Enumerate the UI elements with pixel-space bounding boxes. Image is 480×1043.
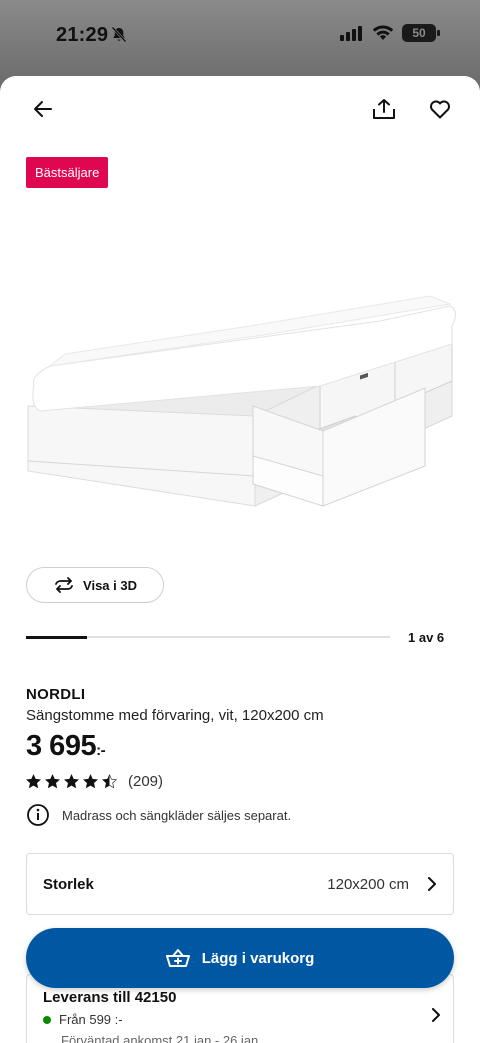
size-value: 120x200 cm (327, 875, 409, 893)
status-indicators: 50 (340, 24, 440, 42)
availability-dot-icon (43, 1015, 51, 1024)
product-image[interactable] (20, 266, 460, 516)
share-icon (373, 99, 395, 119)
size-selector[interactable]: Storlek 120x200 cm (26, 853, 454, 915)
product-rating[interactable]: (209) (26, 773, 163, 790)
arrow-left-icon (34, 101, 52, 117)
product-sheet: Bästsäljare Visa i 3D 1 av 6 NORDLI Säng… (0, 76, 480, 1043)
wifi-icon (372, 25, 394, 40)
star-half-icon (102, 774, 117, 789)
shopping-basket-icon (165, 949, 190, 967)
signal-icon (340, 26, 362, 41)
favorite-button[interactable] (420, 89, 460, 129)
chevron-right-icon (432, 1008, 440, 1022)
star-filled-icon (26, 774, 41, 789)
rating-count: (209) (128, 773, 164, 790)
star-filled-icon (83, 774, 98, 789)
price-suffix: :- (96, 742, 106, 759)
rating-stars (26, 774, 117, 789)
share-button[interactable] (364, 89, 404, 129)
status-time: 21:29 (56, 24, 109, 46)
status-bar: 21:29 50 (0, 0, 480, 76)
gallery-progress (26, 635, 390, 639)
product-name: NORDLI (26, 686, 86, 703)
delivery-title: Leverans till 42150 (43, 989, 177, 1006)
heart-icon (430, 100, 450, 119)
size-label: Storlek (43, 875, 94, 893)
back-button[interactable] (23, 89, 63, 129)
product-description: Sängstomme med förvaring, vit, 120x200 c… (26, 707, 324, 724)
delivery-from-text: Från 599 :- (59, 1012, 123, 1027)
star-filled-icon (64, 774, 79, 789)
add-to-cart-label: Lägg i varukorg (201, 949, 315, 967)
info-icon (27, 804, 49, 826)
product-notice: Madrass och sängkläder säljes separat. (26, 803, 291, 827)
battery-indicator: 50 (402, 24, 440, 42)
add-to-cart-button[interactable]: Lägg i varukorg (26, 928, 454, 988)
view-in-3d-label: Visa i 3D (83, 577, 137, 593)
delivery-eta: Förväntad ankomst 21 jan - 26 jan (61, 1033, 259, 1043)
gallery-progress-fill (26, 635, 87, 639)
product-price: 3 695:- (26, 730, 106, 763)
rotate-3d-icon (55, 577, 73, 593)
chevron-right-icon (428, 877, 436, 891)
notice-text: Madrass och sängkläder säljes separat. (62, 807, 292, 823)
gallery-page-indicator: 1 av 6 (408, 630, 445, 645)
price-value: 3 695 (26, 730, 97, 762)
bell-muted-icon (111, 26, 127, 43)
delivery-price: Från 599 :- (43, 1012, 123, 1027)
view-in-3d-button[interactable]: Visa i 3D (26, 567, 164, 603)
star-filled-icon (45, 774, 60, 789)
bestseller-badge: Bästsäljare (26, 157, 109, 188)
